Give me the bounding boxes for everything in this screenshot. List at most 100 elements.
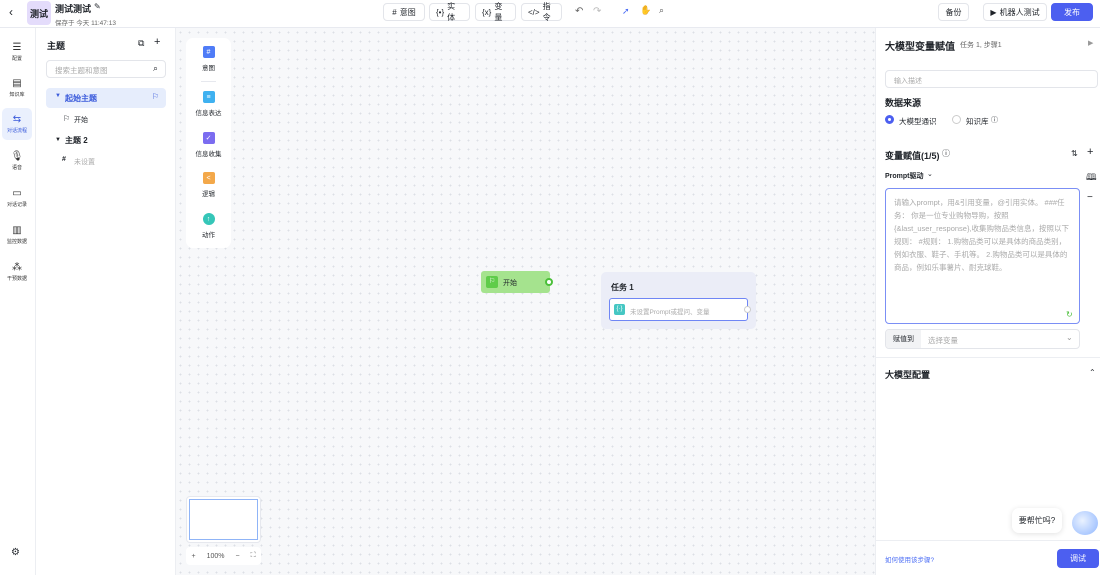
start-node[interactable]: ⚐ 开始 (481, 271, 553, 293)
node-palette: # 意图 ≡ 信息表达 ✓ 信息收集 < 逻辑 ↑ 动作 (186, 38, 231, 248)
palette-collect[interactable]: ✓ 信息收集 (186, 132, 231, 158)
command-button[interactable]: </> 指令 (521, 2, 562, 22)
search-icon[interactable]: ⌕ (659, 5, 664, 16)
chevron-up-icon[interactable]: ⌃ (1089, 368, 1096, 377)
start-node-label: 开始 (503, 280, 517, 287)
undo-icon[interactable]: ↶ (575, 6, 583, 17)
nav-voice[interactable]: 🎙 语音 (2, 145, 32, 177)
back-icon[interactable]: ‹ (9, 5, 13, 19)
palette-label: 动作 (202, 232, 215, 239)
hash-icon: # (202, 46, 215, 58)
task-node[interactable]: 任务 1 {·} 未设置Prompt或提问、变量 (601, 272, 756, 329)
nav-label: 监控数据 (6, 238, 27, 245)
step-config-panel: 大模型变量赋值 任务 1, 步骤1 ▶ 输入描述 数据来源 大模型通识 知识库 … (875, 28, 1100, 575)
variable-select[interactable]: 选择变量 (928, 335, 958, 346)
caret-down-icon: ▼ (55, 93, 61, 99)
topic-label[interactable]: 主题 2 (65, 135, 88, 146)
backup-button[interactable]: 备份 (938, 3, 969, 21)
minimap-viewport[interactable] (189, 499, 258, 540)
caret-down-icon[interactable]: ▼ (55, 137, 61, 143)
fit-view-icon[interactable]: ⛶ (251, 552, 256, 560)
import-icon[interactable]: ⧉ (138, 38, 144, 49)
flag-icon: ⚐ (486, 276, 498, 288)
output-port[interactable] (744, 306, 751, 313)
flag-icon: ⚐ (63, 114, 71, 123)
zoom-in-icon[interactable]: + (192, 553, 196, 560)
entity-button[interactable]: {•} 实体 (429, 2, 470, 22)
palette-message[interactable]: ≡ 信息表达 (186, 91, 231, 117)
entity-label: 实体 (447, 2, 456, 22)
zoom-level: 100% (206, 552, 225, 560)
palette-action[interactable]: ↑ 动作 (186, 213, 231, 239)
nav-intervention[interactable]: ⁂ 干预数据 (2, 256, 32, 288)
publish-button[interactable]: 发布 (1051, 3, 1093, 21)
chevron-down-icon[interactable]: ⌄ (927, 170, 933, 178)
chevron-down-icon[interactable]: ⌄ (1066, 333, 1073, 342)
mode-select[interactable]: Prompt驱动 (885, 171, 924, 181)
code-icon: </> (528, 7, 540, 17)
app-title: 测试测试 (55, 4, 92, 14)
variable-title: 变量赋值(1/5) (885, 151, 940, 161)
robot-test-label: 机器人测试 (999, 7, 1040, 17)
minimap[interactable] (186, 496, 261, 543)
flow-icon: ⇆ (12, 113, 22, 125)
nav-knowledge[interactable]: ▤ 知识库 (2, 72, 32, 104)
save-status: 保存于 今天 11:47:13 (55, 20, 116, 27)
book-icon[interactable]: 🕮 (1086, 170, 1097, 186)
nav-dialog-flow[interactable]: ⇆ 对话流程 (2, 108, 32, 140)
assign-label: 赋值到 (886, 330, 921, 348)
description-input[interactable]: 输入描述 (885, 70, 1098, 88)
intent-unset[interactable]: 未设置 (74, 157, 95, 167)
task-step-label: 未设置Prompt或提问、变量 (630, 309, 710, 316)
app-badge: 测试 (27, 1, 51, 25)
assistant-mascot[interactable] (1072, 511, 1098, 535)
topic-search-input[interactable]: 搜索主题和意图 ⌕ (46, 60, 166, 78)
nav-config[interactable]: ☰ 配置 (2, 36, 32, 68)
pointer-icon[interactable]: ➚ (622, 6, 630, 17)
source-title: 数据来源 (885, 98, 922, 108)
prompt-textarea[interactable]: 请输入prompt，用&引用变量，@引用实体。 ###任务： 你是一位专业购物导… (885, 188, 1080, 324)
zoom-out-icon[interactable]: − (236, 553, 240, 560)
debug-button[interactable]: 调试 (1057, 549, 1099, 568)
radio-knowledge[interactable] (952, 115, 961, 124)
add-variable-icon[interactable]: + (1087, 146, 1093, 158)
llm-config-title[interactable]: 大模型配置 (885, 368, 930, 381)
settings-icon[interactable]: ⚙ (11, 547, 20, 558)
edit-icon[interactable]: ✎ (94, 2, 101, 11)
palette-logic[interactable]: < 逻辑 (186, 172, 231, 198)
entity-icon: {•} (436, 7, 445, 17)
remove-variable-icon[interactable]: − (1087, 192, 1093, 203)
ai-generate-icon[interactable]: ↻ (1066, 310, 1073, 319)
palette-divider (201, 81, 216, 82)
palette-intent[interactable]: # 意图 (186, 46, 231, 72)
radio-llm[interactable] (885, 115, 894, 124)
action-icon: ↑ (202, 213, 215, 225)
variable-button[interactable]: {x} 变量 (475, 2, 516, 22)
help-icon[interactable]: ⓘ (991, 115, 998, 125)
hand-icon[interactable]: ✋ (640, 5, 651, 16)
step-start[interactable]: 开始 (74, 115, 88, 125)
robot-test-button[interactable]: ▶ 机器人测试 (983, 3, 1047, 21)
play-icon: ▶ (990, 7, 997, 17)
intent-button[interactable]: # 意图 (383, 3, 425, 21)
add-topic-icon[interactable]: + (154, 36, 160, 48)
sort-icon[interactable]: ⇅ (1071, 149, 1078, 158)
nav-chat-records[interactable]: ▭ 对话记录 (2, 182, 32, 214)
task-step[interactable]: {·} 未设置Prompt或提问、变量 (609, 298, 751, 321)
palette-label: 信息表达 (195, 110, 222, 117)
help-icon[interactable]: ⓘ (942, 148, 950, 159)
assistant-bubble[interactable]: 要帮忙吗? (1012, 508, 1062, 533)
output-port[interactable] (545, 278, 553, 286)
divider (876, 357, 1100, 358)
redo-icon[interactable]: ↷ (593, 6, 601, 17)
nav-label: 对话流程 (6, 127, 27, 134)
topic-item-start[interactable]: ▼ 起始主题 ⚐ (46, 88, 166, 108)
flow-canvas[interactable]: # 意图 ≡ 信息表达 ✓ 信息收集 < 逻辑 ↑ 动作 ⚐ 开始 任务 1 {·} 未设… (176, 28, 875, 575)
zoom-controls: + 100% − ⛶ (186, 547, 261, 565)
flag-icon[interactable]: ⚐ (152, 92, 159, 101)
folder-check-icon: ✓ (202, 132, 215, 144)
run-icon[interactable]: ▶ (1088, 39, 1093, 47)
top-bar: ‹ 测试 测试测试 ✎ 保存于 今天 11:47:13 # 意图 {•} 实体 {x… (0, 0, 1100, 28)
help-link[interactable]: 如何使用该步骤? (885, 554, 934, 564)
nav-monitor[interactable]: ▥ 监控数据 (2, 219, 32, 251)
